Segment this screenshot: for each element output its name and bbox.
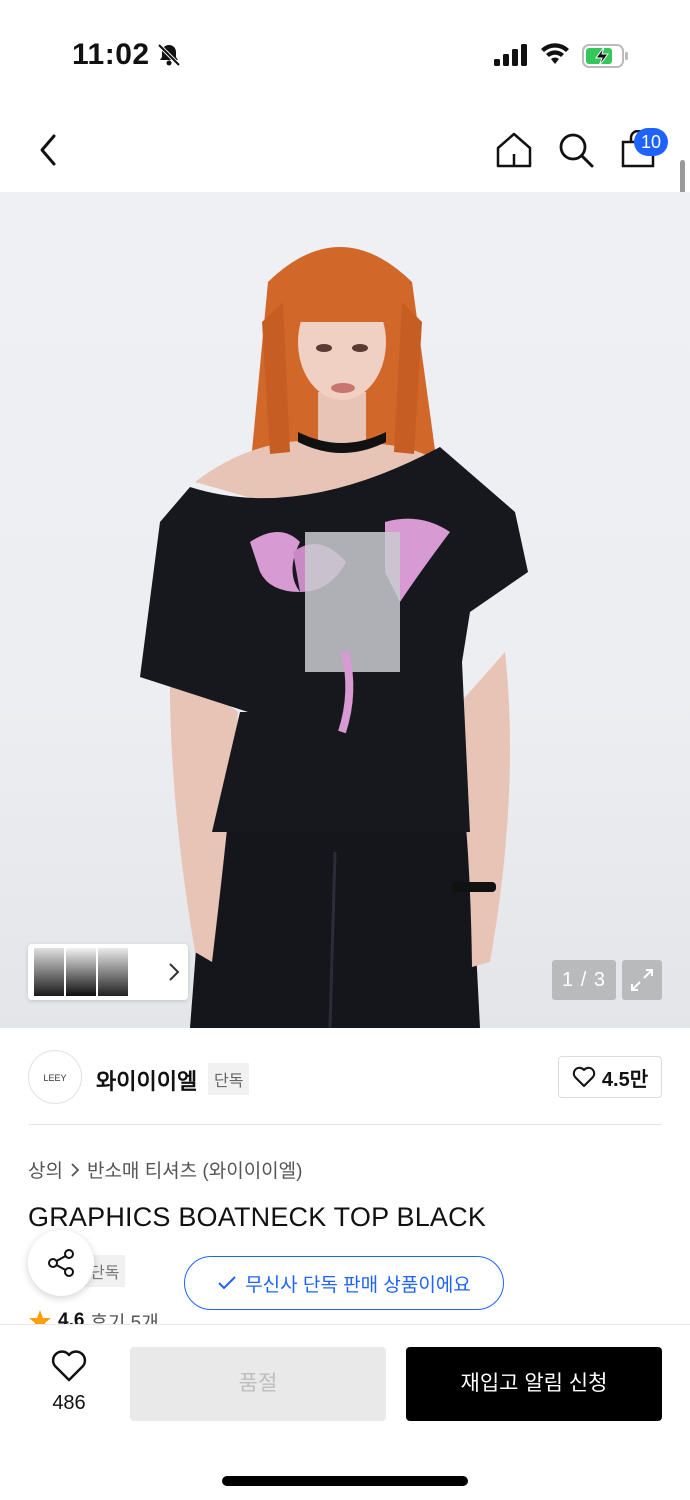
- chevron-right-icon[interactable]: [168, 962, 180, 982]
- thumbnail-3[interactable]: [98, 948, 128, 996]
- product-title: GRAPHICS BOATNECK TOP BLACK: [28, 1202, 487, 1232]
- cart-count-badge: 10: [634, 128, 668, 156]
- status-bar: 11:02: [0, 0, 690, 100]
- check-icon: [218, 1276, 236, 1290]
- star-icon: [29, 1310, 51, 1324]
- brand-logo[interactable]: LEEY: [28, 1050, 82, 1104]
- model-illustration: [140, 247, 528, 1028]
- search-icon[interactable]: [556, 130, 596, 170]
- brand-like-button[interactable]: 4.5만: [558, 1056, 662, 1098]
- wishlist-count: 486: [52, 1392, 86, 1414]
- review-count[interactable]: 후기 5개: [90, 1310, 158, 1325]
- share-icon: [48, 1249, 74, 1277]
- breadcrumb-subcategory[interactable]: 반소매 티셔츠 (와이이이엘): [87, 1156, 303, 1183]
- brand-like-count: 4.5만: [601, 1068, 649, 1091]
- product-image[interactable]: [0, 192, 690, 1028]
- soldout-button[interactable]: 품절: [130, 1347, 386, 1421]
- divider: [28, 1124, 662, 1125]
- exclusive-badge: 단독: [208, 1063, 250, 1095]
- thumbnail-1[interactable]: [34, 948, 64, 996]
- home-icon[interactable]: [494, 130, 534, 170]
- breadcrumb-category[interactable]: 상의: [28, 1156, 63, 1183]
- home-indicator[interactable]: [222, 1476, 468, 1486]
- battery-charging-icon: [582, 44, 628, 68]
- chevron-right-icon: [71, 1162, 80, 1177]
- heart-icon: [572, 1066, 596, 1087]
- image-counter: 1 / 3: [552, 960, 616, 1000]
- back-arrow-icon[interactable]: [34, 130, 64, 170]
- heart-icon: [51, 1350, 87, 1382]
- exclusive-notice-tooltip: 무신사 단독 판매 상품이에요: [184, 1256, 504, 1310]
- expand-button[interactable]: [622, 960, 662, 1000]
- status-time: 11:02: [72, 38, 150, 71]
- wifi-icon: [541, 43, 569, 64]
- wishlist-button[interactable]: 486: [40, 1349, 98, 1415]
- rating-row[interactable]: 4.6 후기 5개: [28, 1310, 159, 1324]
- signal-icon: [494, 44, 527, 66]
- thumbnail-2[interactable]: [66, 948, 96, 996]
- brand-row: LEEY 와이이이엘 단독 4.5만: [28, 1050, 662, 1106]
- top-navigation: 10: [0, 112, 690, 192]
- bottom-action-bar: 486 품절 재입고 알림 신청: [0, 1324, 690, 1500]
- rating-score: 4.6: [58, 1310, 85, 1324]
- silent-bell-icon: [157, 43, 181, 67]
- expand-icon: [631, 969, 653, 991]
- brand-name[interactable]: 와이이이엘: [96, 1064, 197, 1096]
- breadcrumb: 상의 반소매 티셔츠 (와이이이엘): [28, 1156, 302, 1183]
- restock-alert-button[interactable]: 재입고 알림 신청: [406, 1347, 662, 1421]
- notice-text: 무신사 단독 판매 상품이에요: [245, 1274, 471, 1296]
- share-button[interactable]: [28, 1230, 94, 1296]
- image-thumbnails[interactable]: [28, 944, 188, 1000]
